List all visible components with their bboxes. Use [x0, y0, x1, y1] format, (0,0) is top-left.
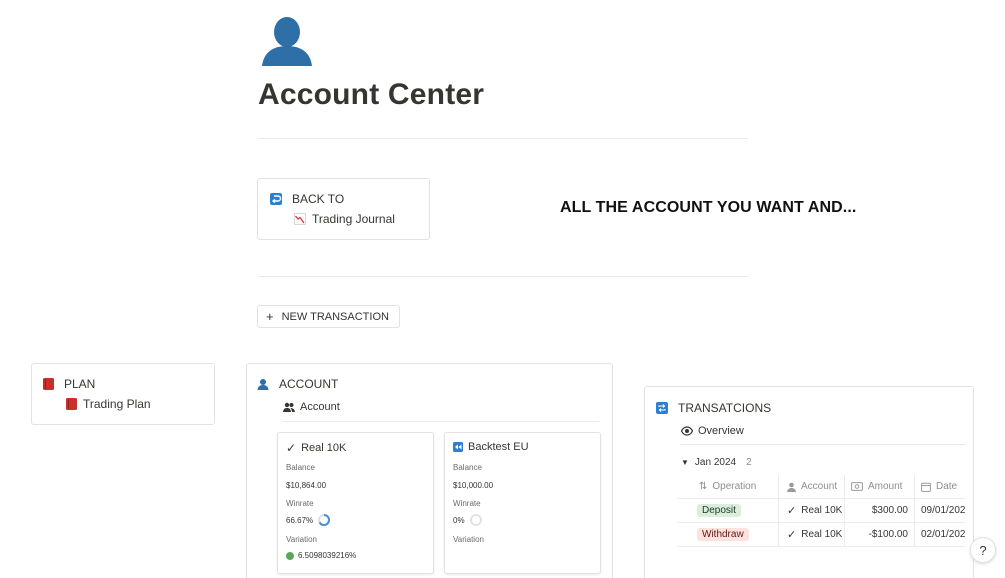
date-cell: 02/01/2024 [921, 529, 965, 540]
page-icon-bust[interactable] [258, 10, 316, 68]
amount-cell: $300.00 [845, 499, 915, 522]
column-header-account[interactable]: Account [779, 475, 845, 498]
group-count: 2 [746, 457, 752, 468]
winrate-text: 66.67% [286, 515, 314, 525]
help-label: ? [979, 542, 987, 558]
bust-in-silhouette-icon [257, 379, 269, 390]
plan-label: PLAN [64, 377, 96, 391]
balance-label: Balance [286, 463, 315, 472]
account-cell: ✓ Real 10K [779, 499, 845, 522]
date-cell: 09/01/2024 [921, 505, 965, 516]
account-label: ACCOUNT [279, 377, 339, 391]
page-title: Account Center [258, 78, 485, 111]
view-tab-label: Account [300, 401, 340, 413]
account-heading: ACCOUNT [257, 377, 338, 391]
view-tab-overview[interactable]: Overview [681, 425, 744, 437]
column-header-amount[interactable]: Amount [845, 475, 915, 498]
operation-tag: Deposit [697, 504, 741, 517]
chart-decreasing-icon [294, 213, 306, 225]
divider [283, 421, 599, 422]
help-button[interactable]: ? [970, 537, 996, 563]
transactions-heading: TRANSATCIONS [656, 401, 771, 415]
back-arrow-icon [270, 193, 282, 205]
account-name: Backtest EU [468, 441, 529, 453]
account-gallery-card[interactable]: ✓ Real 10K Balance $10,864.00 Winrate 66… [277, 432, 434, 574]
red-book-icon [43, 378, 54, 390]
view-tab-label: Overview [698, 425, 744, 437]
amount-cell: -$100.00 [845, 523, 915, 546]
back-to-callout: BACK TO Trading Journal [257, 178, 430, 240]
plan-callout: PLAN Trading Plan [31, 363, 215, 425]
winrate-ring-icon [469, 514, 482, 526]
repeat-button-icon [656, 402, 668, 414]
divider [258, 276, 748, 277]
table-header-row: ⇅ Operation Account Amount Date [677, 475, 965, 499]
operation-cell: Deposit [677, 499, 779, 522]
plan-heading: PLAN [43, 377, 95, 391]
winrate-text: 0% [453, 515, 465, 525]
tagline-heading: ALL THE ACCOUNT YOU WANT AND... [560, 199, 857, 216]
trading-journal-link[interactable]: Trading Journal [294, 212, 395, 226]
triangle-down-icon: ▼ [681, 458, 689, 467]
people-icon [283, 402, 295, 412]
account-card-title: Backtest EU [453, 441, 529, 453]
group-label: Jan 2024 [694, 457, 737, 468]
winrate-label: Winrate [286, 499, 314, 508]
red-book-icon [66, 398, 77, 410]
account-card-title: ✓ Real 10K [286, 441, 346, 455]
person-icon [787, 482, 796, 492]
checkmark-icon: ✓ [787, 505, 797, 517]
back-to-label: BACK TO [292, 192, 345, 206]
sort-arrows-icon: ⇅ [699, 481, 708, 492]
calendar-icon [921, 482, 931, 492]
account-name: Real 10K [301, 442, 347, 454]
column-header-date[interactable]: Date [915, 475, 965, 498]
eye-icon [681, 426, 693, 436]
view-tab-account[interactable]: Account [283, 401, 340, 413]
winrate-value: 66.67% [286, 513, 331, 527]
operation-tag: Withdraw [697, 528, 749, 541]
variation-label: Variation [453, 535, 484, 544]
divider [258, 138, 748, 139]
winrate-value: 0% [453, 513, 483, 527]
variation-dot-icon [286, 551, 294, 560]
balance-value: $10,000.00 [453, 481, 494, 490]
group-toggle[interactable]: ▼ Jan 2024 2 [681, 457, 752, 468]
winrate-ring-icon [318, 514, 331, 526]
account-callout: ACCOUNT Account ✓ Real 10K Balance $10,8… [246, 363, 613, 578]
table-row[interactable]: Withdraw ✓ Real 10K -$100.00 02/01/2024 [677, 523, 965, 547]
bust-in-silhouette-icon [262, 17, 312, 66]
divider [681, 444, 965, 445]
balance-label: Balance [453, 463, 482, 472]
rewind-button-icon [453, 442, 463, 452]
variation-value: 6.5098039216% [286, 551, 356, 560]
column-header-operation[interactable]: ⇅ Operation [677, 475, 779, 498]
trading-journal-label: Trading Journal [312, 212, 395, 226]
table-row[interactable]: Deposit ✓ Real 10K $300.00 09/01/2024 [677, 499, 965, 523]
money-icon [851, 482, 863, 491]
variation-text: 6.5098039216% [298, 551, 357, 560]
balance-value: $10,864.00 [286, 481, 327, 490]
back-to-heading: BACK TO [270, 192, 344, 206]
checkmark-icon: ✓ [286, 441, 297, 455]
transactions-callout: TRANSATCIONS Overview ▼ Jan 2024 2 ⇅ Ope… [644, 386, 974, 578]
new-transaction-button[interactable]: + NEW TRANSACTION [257, 305, 400, 328]
plus-icon: + [266, 309, 274, 324]
account-gallery-card[interactable]: Backtest EU Balance $10,000.00 Winrate 0… [444, 432, 601, 574]
trading-plan-label: Trading Plan [83, 397, 151, 411]
transactions-label: TRANSATCIONS [678, 401, 772, 415]
checkmark-icon: ✓ [787, 529, 797, 541]
winrate-label: Winrate [453, 499, 481, 508]
transactions-table: ⇅ Operation Account Amount Date Deposit … [677, 475, 965, 547]
variation-label: Variation [286, 535, 317, 544]
new-transaction-label: NEW TRANSACTION [281, 310, 389, 323]
trading-plan-link[interactable]: Trading Plan [66, 397, 151, 411]
operation-cell: Withdraw [677, 523, 779, 546]
account-cell: ✓ Real 10K [779, 523, 845, 546]
